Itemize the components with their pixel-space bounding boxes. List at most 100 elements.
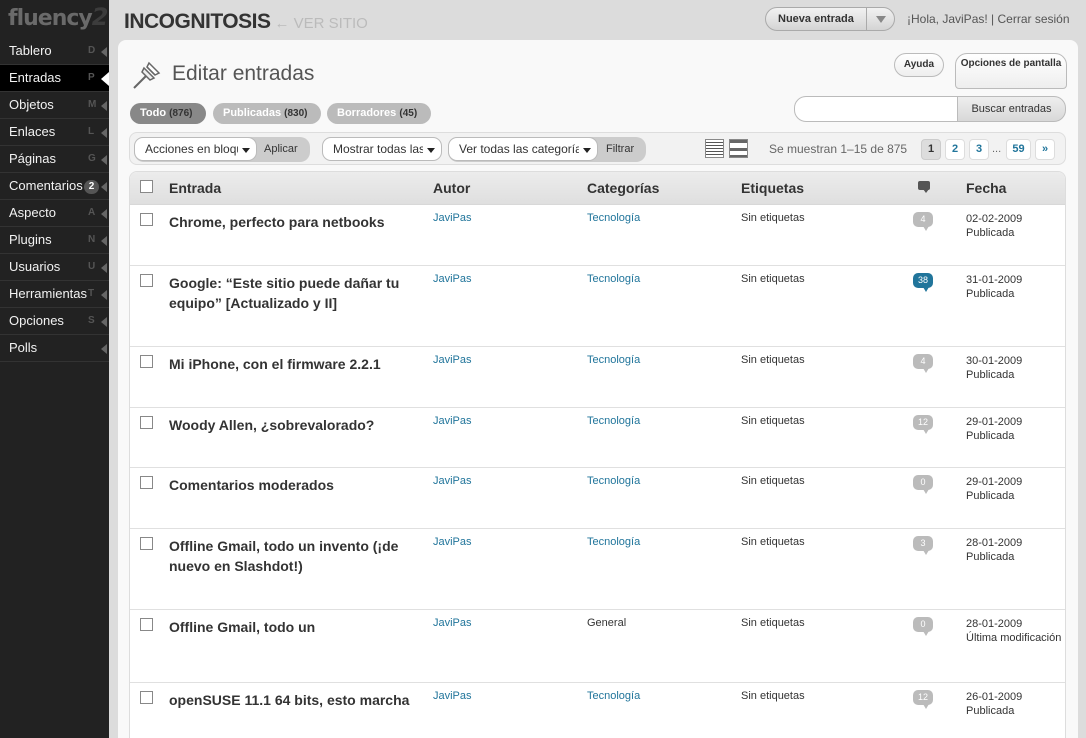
submenu-arrow-icon[interactable] bbox=[101, 155, 107, 165]
next-page-link[interactable]: » bbox=[1035, 139, 1055, 160]
comment-count-bubble[interactable]: 38 bbox=[913, 273, 933, 292]
post-author-link[interactable]: JaviPas bbox=[433, 617, 472, 629]
post-title-link[interactable]: Woody Allen, ¿sobrevalorado? bbox=[169, 415, 419, 435]
submenu-arrow-icon[interactable] bbox=[101, 128, 107, 138]
submenu-arrow-icon[interactable] bbox=[101, 182, 107, 192]
comment-count-bubble[interactable]: 12 bbox=[913, 690, 933, 709]
sidebar-item-paginas[interactable]: Páginas G bbox=[0, 146, 109, 173]
submenu-arrow-icon[interactable] bbox=[101, 344, 107, 354]
row-checkbox[interactable] bbox=[140, 691, 153, 704]
sidebar-item-herramientas[interactable]: Herramientas T bbox=[0, 281, 109, 308]
page-link-59[interactable]: 59 bbox=[1006, 139, 1031, 160]
shortcut-key: U bbox=[88, 261, 96, 272]
post-date-value: 29-01-2009 bbox=[966, 476, 1023, 488]
post-author-link[interactable]: JaviPas bbox=[433, 690, 472, 702]
row-checkbox[interactable] bbox=[140, 213, 153, 226]
excerpt-view-icon[interactable] bbox=[729, 139, 748, 158]
column-entry-header[interactable]: Entrada bbox=[169, 180, 221, 196]
sidebar-item-opciones[interactable]: Opciones S bbox=[0, 308, 109, 335]
row-checkbox[interactable] bbox=[140, 476, 153, 489]
page-link-1[interactable]: 1 bbox=[921, 139, 941, 160]
new-entry-button[interactable]: Nueva entrada bbox=[765, 7, 895, 31]
screen-options-button[interactable]: Opciones de pantalla bbox=[955, 53, 1067, 89]
submenu-arrow-icon[interactable] bbox=[101, 101, 107, 111]
post-author-link[interactable]: JaviPas bbox=[433, 536, 472, 548]
comment-count-bubble[interactable]: 3 bbox=[913, 536, 933, 555]
row-checkbox[interactable] bbox=[140, 537, 153, 550]
sidebar-item-tablero[interactable]: Tablero D bbox=[0, 38, 109, 65]
view-site-link[interactable]: ← VER SITIO bbox=[274, 15, 367, 32]
filter-all[interactable]: Todo (876) bbox=[130, 103, 206, 124]
submenu-arrow-icon[interactable] bbox=[101, 47, 107, 57]
post-title-link[interactable]: Google: “Este sitio puede dañar tu equip… bbox=[169, 273, 419, 313]
post-author-link[interactable]: JaviPas bbox=[433, 212, 472, 224]
submenu-arrow-icon[interactable] bbox=[101, 317, 107, 327]
post-title-link[interactable]: Mi iPhone, con el firmware 2.2.1 bbox=[169, 354, 419, 374]
filter-published[interactable]: Publicadas (830) bbox=[213, 103, 321, 124]
sidebar-item-enlaces[interactable]: Enlaces L bbox=[0, 119, 109, 146]
column-author-header[interactable]: Autor bbox=[433, 180, 470, 196]
post-author-link[interactable]: JaviPas bbox=[433, 415, 472, 427]
comments-column-icon[interactable] bbox=[918, 181, 930, 193]
submenu-arrow-icon[interactable] bbox=[101, 72, 109, 86]
post-category-link[interactable]: Tecnología bbox=[587, 354, 640, 366]
comment-count-bubble[interactable]: 0 bbox=[913, 475, 933, 494]
user-greeting[interactable]: ¡Hola, JaviPas! | Cerrar sesión bbox=[907, 12, 1070, 26]
filter-button[interactable]: Filtrar bbox=[606, 137, 634, 161]
page-link-3[interactable]: 3 bbox=[969, 139, 989, 160]
row-checkbox[interactable] bbox=[140, 618, 153, 631]
sidebar-item-entradas[interactable]: Entradas P bbox=[0, 65, 109, 92]
bulk-actions-select[interactable]: Acciones en bloque bbox=[134, 137, 257, 161]
select-all-checkbox[interactable] bbox=[140, 180, 153, 193]
sidebar-item-objetos[interactable]: Objetos M bbox=[0, 92, 109, 119]
sidebar-item-comentarios[interactable]: Comentarios 2 bbox=[0, 173, 109, 200]
help-button[interactable]: Ayuda bbox=[894, 53, 944, 77]
post-category-link[interactable]: General bbox=[587, 617, 626, 629]
column-date-header[interactable]: Fecha bbox=[966, 180, 1006, 196]
post-title-link[interactable]: Offline Gmail, todo un bbox=[169, 617, 419, 637]
sidebar-item-usuarios[interactable]: Usuarios U bbox=[0, 254, 109, 281]
posts-table: Entrada Autor Categorías Etiquetas Fecha… bbox=[129, 171, 1066, 738]
column-tags-header[interactable]: Etiquetas bbox=[741, 180, 804, 196]
chevron-down-icon[interactable] bbox=[866, 8, 894, 30]
post-title-link[interactable]: Offline Gmail, todo un invento (¡de nuev… bbox=[169, 536, 419, 576]
row-checkbox[interactable] bbox=[140, 416, 153, 429]
row-checkbox[interactable] bbox=[140, 274, 153, 287]
post-category-link[interactable]: Tecnología bbox=[587, 475, 640, 487]
comment-count-bubble[interactable]: 12 bbox=[913, 415, 933, 434]
post-author-link[interactable]: JaviPas bbox=[433, 475, 472, 487]
post-category-link[interactable]: Tecnología bbox=[587, 536, 640, 548]
dates-select[interactable]: Mostrar todas las fechas bbox=[322, 137, 442, 161]
page-link-2[interactable]: 2 bbox=[945, 139, 965, 160]
apply-button[interactable]: Aplicar bbox=[264, 137, 298, 161]
post-title-link[interactable]: Comentarios moderados bbox=[169, 475, 419, 495]
table-row: Woody Allen, ¿sobrevalorado? JaviPas Tecno… bbox=[130, 408, 1065, 468]
sidebar-item-plugins[interactable]: Plugins N bbox=[0, 227, 109, 254]
post-title-link[interactable]: Chrome, perfecto para netbooks bbox=[169, 212, 419, 232]
row-checkbox[interactable] bbox=[140, 355, 153, 368]
list-view-icon[interactable] bbox=[705, 139, 724, 158]
comment-count-bubble[interactable]: 4 bbox=[913, 212, 933, 231]
filter-drafts[interactable]: Borradores (45) bbox=[327, 103, 431, 124]
site-title[interactable]: INCOGNITOSIS ← VER SITIO bbox=[124, 10, 368, 34]
search-posts-button[interactable]: Buscar entradas bbox=[957, 96, 1066, 122]
post-category-link[interactable]: Tecnología bbox=[587, 273, 640, 285]
submenu-arrow-icon[interactable] bbox=[101, 236, 107, 246]
sidebar-item-aspecto[interactable]: Aspecto A bbox=[0, 200, 109, 227]
post-author-link[interactable]: JaviPas bbox=[433, 354, 472, 366]
comment-count-bubble[interactable]: 0 bbox=[913, 617, 933, 636]
post-title-link[interactable]: openSUSE 11.1 64 bits, esto marcha bbox=[169, 690, 419, 710]
fluency-logo[interactable]: fluency2 bbox=[0, 0, 109, 38]
post-category-link[interactable]: Tecnología bbox=[587, 212, 640, 224]
search-input[interactable] bbox=[794, 96, 959, 122]
post-category-link[interactable]: Tecnología bbox=[587, 690, 640, 702]
column-categories-header[interactable]: Categorías bbox=[587, 180, 659, 196]
submenu-arrow-icon[interactable] bbox=[101, 263, 107, 273]
post-category-link[interactable]: Tecnología bbox=[587, 415, 640, 427]
submenu-arrow-icon[interactable] bbox=[101, 290, 107, 300]
submenu-arrow-icon[interactable] bbox=[101, 209, 107, 219]
comment-count-bubble[interactable]: 4 bbox=[913, 354, 933, 373]
categories-select[interactable]: Ver todas las categorías bbox=[448, 137, 598, 161]
sidebar-item-polls[interactable]: Polls bbox=[0, 335, 109, 362]
post-author-link[interactable]: JaviPas bbox=[433, 273, 472, 285]
